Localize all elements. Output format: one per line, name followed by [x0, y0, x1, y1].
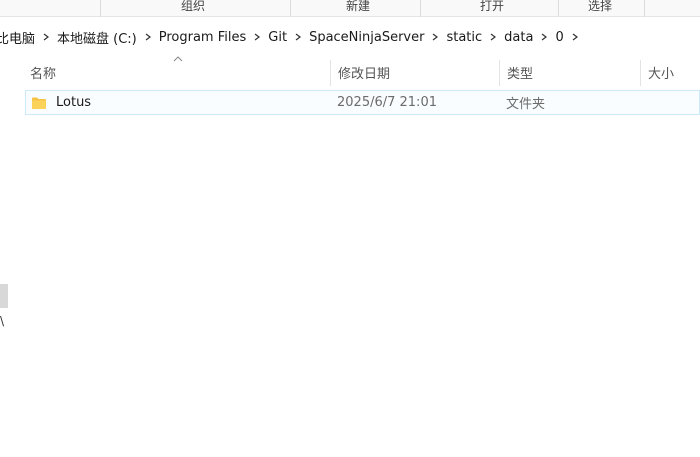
- ribbon-separator: [290, 0, 291, 17]
- column-header-modified[interactable]: 修改日期: [330, 56, 499, 88]
- chevron-right-icon[interactable]: [291, 30, 305, 44]
- ribbon-separator: [644, 0, 645, 17]
- ribbon-group-select: 选择: [587, 0, 612, 13]
- ribbon-group-open: 打开: [479, 0, 504, 13]
- column-header-size[interactable]: 大小: [640, 56, 700, 88]
- chevron-right-icon[interactable]: [486, 30, 500, 44]
- ribbon-group-new: 新建: [345, 0, 370, 13]
- breadcrumb-item-git[interactable]: Git: [266, 30, 289, 45]
- folder-icon: [32, 97, 46, 109]
- breadcrumb-item-this-pc[interactable]: 比电脑: [0, 28, 37, 47]
- chevron-right-icon[interactable]: [537, 30, 551, 44]
- ribbon-separator: [420, 0, 421, 17]
- breadcrumb-item-spaceninjaserver[interactable]: SpaceNinjaServer: [307, 30, 426, 45]
- chevron-right-icon[interactable]: [141, 30, 155, 44]
- chevron-right-icon[interactable]: [428, 30, 442, 44]
- navigation-pane[interactable]: [0, 56, 9, 457]
- navigation-pane-scrollbar[interactable]: [0, 284, 8, 308]
- column-header-name[interactable]: 名称: [22, 56, 330, 88]
- ribbon-group-labels: 组织 新建 打开 选择: [0, 0, 700, 17]
- file-name-cell: Lotus: [32, 91, 91, 114]
- breadcrumb-item-static[interactable]: static: [444, 30, 484, 45]
- file-name: Lotus: [56, 95, 92, 110]
- breadcrumb-item-0[interactable]: 0: [553, 30, 565, 45]
- breadcrumb: 比电脑 本地磁盘 (C:) Program Files Git SpaceNin…: [0, 22, 700, 52]
- column-headers: 名称 修改日期 类型 大小: [22, 56, 700, 88]
- file-modified: 2025/6/7 21:01: [337, 95, 437, 110]
- chevron-right-icon[interactable]: [250, 30, 264, 44]
- ribbon-group-organize: 组织: [180, 0, 205, 13]
- ribbon-separator: [558, 0, 559, 17]
- breadcrumb-item-program-files[interactable]: Program Files: [157, 30, 249, 45]
- breadcrumb-item-local-disk[interactable]: 本地磁盘 (C:): [55, 28, 139, 47]
- navigation-pane-partial-label: \: [0, 314, 5, 328]
- file-row[interactable]: Lotus 2025/6/7 21:01 文件夹: [25, 90, 700, 115]
- file-type: 文件夹: [506, 97, 546, 112]
- breadcrumb-item-data[interactable]: data: [502, 30, 535, 45]
- ribbon-separator: [100, 0, 101, 17]
- file-list: Lotus 2025/6/7 21:01 文件夹: [25, 90, 700, 115]
- column-header-type[interactable]: 类型: [499, 56, 640, 88]
- chevron-right-icon[interactable]: [39, 30, 53, 44]
- chevron-right-icon[interactable]: [568, 30, 582, 44]
